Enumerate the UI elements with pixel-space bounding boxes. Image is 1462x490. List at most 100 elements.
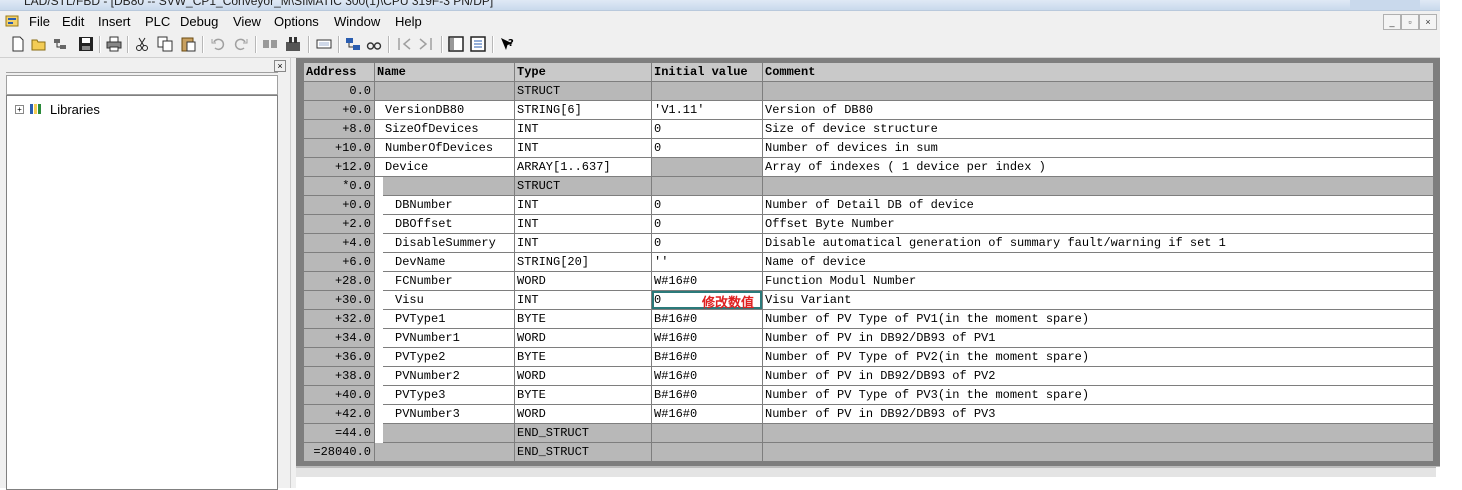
glasses-icon[interactable] (366, 36, 382, 52)
undo-icon[interactable] (210, 36, 226, 52)
initial-value-cell[interactable]: W#16#0 (652, 329, 762, 347)
initial-value-cell[interactable]: 'V1.11' (652, 101, 762, 119)
comment-cell[interactable] (763, 82, 1433, 100)
comment-cell[interactable]: Version of DB80 (763, 101, 1433, 119)
name-cell[interactable]: FCNumber (375, 272, 514, 290)
menu-view[interactable]: View (233, 14, 261, 29)
menu-debug[interactable]: Debug (180, 14, 218, 29)
address-cell[interactable]: +36.0 (304, 348, 374, 366)
address-cell[interactable]: *0.0 (304, 177, 374, 195)
redo-icon[interactable] (233, 36, 249, 52)
save-icon[interactable] (78, 36, 94, 52)
type-cell[interactable]: INT (515, 139, 651, 157)
address-cell[interactable]: +4.0 (304, 234, 374, 252)
compile-icon[interactable] (262, 36, 278, 52)
type-cell[interactable]: INT (515, 234, 651, 252)
tree-item-libraries[interactable]: Libraries (50, 102, 100, 117)
comment-cell[interactable]: Number of PV Type of PV1(in the moment s… (763, 310, 1433, 328)
address-cell[interactable]: +8.0 (304, 120, 374, 138)
table-row[interactable]: =44.0 END_STRUCT (304, 424, 1433, 443)
name-cell[interactable]: DBNumber (375, 196, 514, 214)
column-header-name[interactable]: Name (375, 63, 514, 81)
type-cell[interactable]: STRING[20] (515, 253, 651, 271)
type-cell[interactable]: WORD (515, 367, 651, 385)
initial-value-cell[interactable]: W#16#0 (652, 272, 762, 290)
comment-cell[interactable]: Name of device (763, 253, 1433, 271)
type-cell[interactable]: STRUCT (515, 82, 651, 100)
menu-file[interactable]: File (29, 14, 50, 29)
comment-cell[interactable]: Number of PV Type of PV2(in the moment s… (763, 348, 1433, 366)
menu-edit[interactable]: Edit (62, 14, 84, 29)
comment-cell[interactable]: Array of indexes ( 1 device per index ) (763, 158, 1433, 176)
address-cell[interactable]: +30.0 (304, 291, 374, 309)
comment-cell[interactable]: Number of PV in DB92/DB93 of PV2 (763, 367, 1433, 385)
address-cell[interactable]: +12.0 (304, 158, 374, 176)
type-cell[interactable]: INT (515, 196, 651, 214)
initial-value-cell[interactable]: '' (652, 253, 762, 271)
address-cell[interactable]: +6.0 (304, 253, 374, 271)
cut-icon[interactable] (134, 36, 150, 52)
comment-cell[interactable]: Number of Detail DB of device (763, 196, 1433, 214)
address-cell[interactable]: +0.0 (304, 101, 374, 119)
menu-options[interactable]: Options (274, 14, 319, 29)
overview-icon[interactable] (448, 36, 464, 52)
initial-value-cell[interactable] (652, 177, 762, 195)
table-row[interactable]: +34.0 PVNumber1 WORD W#16#0 Number of PV in … (304, 329, 1433, 348)
name-cell[interactable]: DBOffset (375, 215, 514, 233)
name-cell[interactable] (375, 443, 514, 461)
table-row[interactable]: +2.0 DBOffset INT 0 Offset Byte Number (304, 215, 1433, 234)
name-cell[interactable]: DevName (375, 253, 514, 271)
table-row[interactable]: +6.0 DevName STRING[20] '' Name of device (304, 253, 1433, 272)
comment-cell[interactable] (763, 443, 1433, 461)
type-cell[interactable]: INT (515, 120, 651, 138)
comment-cell[interactable]: Number of PV Type of PV3(in the moment s… (763, 386, 1433, 404)
open-icon[interactable] (31, 36, 47, 52)
copy-icon[interactable] (157, 36, 173, 52)
comment-cell[interactable]: Size of device structure (763, 120, 1433, 138)
step-forward-icon[interactable] (418, 36, 434, 52)
column-header-address[interactable]: Address (304, 63, 374, 81)
address-cell[interactable]: +0.0 (304, 196, 374, 214)
type-cell[interactable]: STRING[6] (515, 101, 651, 119)
address-cell[interactable]: +42.0 (304, 405, 374, 423)
comment-cell[interactable]: Number of devices in sum (763, 139, 1433, 157)
type-cell[interactable]: BYTE (515, 386, 651, 404)
horizontal-scrollbar[interactable] (296, 467, 1436, 477)
initial-value-cell[interactable]: 0 (652, 196, 762, 214)
menu-window[interactable]: Window (334, 14, 380, 29)
type-cell[interactable]: WORD (515, 272, 651, 290)
comment-cell[interactable]: Disable automatical generation of summar… (763, 234, 1433, 252)
table-row[interactable]: +30.0 Visu INT 0 Visu Variant (304, 291, 1433, 310)
monitor-icon[interactable] (316, 36, 332, 52)
name-cell[interactable] (383, 177, 514, 195)
initial-value-cell[interactable]: B#16#0 (652, 348, 762, 366)
initial-value-cell[interactable]: B#16#0 (652, 310, 762, 328)
comment-cell[interactable]: Number of PV in DB92/DB93 of PV1 (763, 329, 1433, 347)
menu-help[interactable]: Help (395, 14, 422, 29)
initial-value-cell[interactable] (652, 82, 762, 100)
address-cell[interactable]: +34.0 (304, 329, 374, 347)
window-controls[interactable] (1350, 0, 1420, 10)
print-icon[interactable] (106, 36, 122, 52)
minimize-doc-button[interactable]: _ (1383, 14, 1401, 30)
name-cell[interactable]: VersionDB80 (375, 101, 514, 119)
step-back-icon[interactable] (396, 36, 412, 52)
table-row[interactable]: +12.0 Device ARRAY[1..637] Array of indexes… (304, 158, 1433, 177)
comment-cell[interactable]: Visu Variant (763, 291, 1433, 309)
name-cell[interactable]: Device (375, 158, 514, 176)
comment-cell[interactable]: Number of PV in DB92/DB93 of PV3 (763, 405, 1433, 423)
accessible-nodes-icon[interactable] (52, 36, 68, 52)
initial-value-cell[interactable] (652, 158, 762, 176)
type-cell[interactable]: WORD (515, 329, 651, 347)
table-row[interactable]: +40.0 PVType3 BYTE B#16#0 Number of PV Type … (304, 386, 1433, 405)
initial-value-cell[interactable]: 0 (652, 139, 762, 157)
table-row[interactable]: +10.0 NumberOfDevices INT 0 Number of device… (304, 139, 1433, 158)
table-row[interactable]: +8.0 SizeOfDevices INT 0 Size of device stru… (304, 120, 1433, 139)
type-cell[interactable]: INT (515, 291, 651, 309)
type-cell[interactable]: END_STRUCT (515, 443, 651, 461)
address-cell[interactable]: +32.0 (304, 310, 374, 328)
table-row[interactable]: 0.0 STRUCT (304, 82, 1433, 101)
table-row[interactable]: +38.0 PVNumber2 WORD W#16#0 Number of PV in … (304, 367, 1433, 386)
name-cell[interactable]: SizeOfDevices (375, 120, 514, 138)
comment-cell[interactable] (763, 424, 1433, 442)
